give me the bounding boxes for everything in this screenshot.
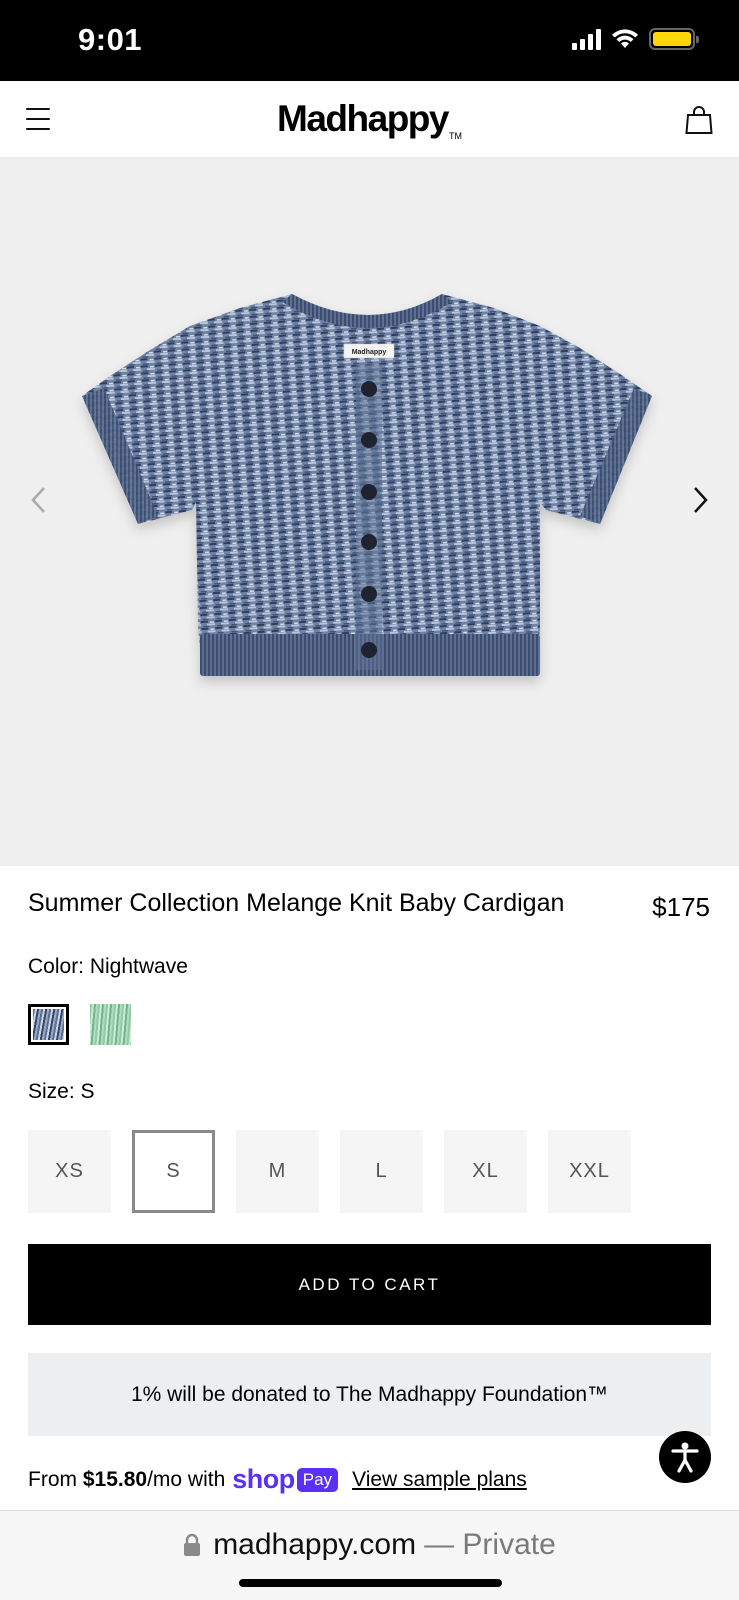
size-option-s[interactable]: S [132, 1130, 215, 1213]
size-label: Size: S [28, 1080, 95, 1103]
chevron-right-icon [694, 487, 708, 513]
accessibility-button[interactable] [659, 1431, 711, 1483]
wifi-icon [612, 29, 638, 48]
shopping-bag-icon[interactable] [685, 105, 713, 135]
shop-pay-logo-pay: Pay [296, 1467, 339, 1492]
installments-amount: $15.80 [82, 1467, 148, 1491]
donation-notice: 1% will be donated to The Madhappy Found… [28, 1353, 711, 1436]
size-options: XS S M L XL XXL [28, 1130, 631, 1213]
battery-icon [649, 28, 699, 50]
next-image-button[interactable] [681, 480, 721, 520]
product-price: $175 [652, 892, 710, 922]
chevron-left-icon [31, 487, 45, 513]
size-option-xl[interactable]: XL [444, 1130, 527, 1213]
product-title: Summer Collection Melange Knit Baby Card… [28, 889, 565, 917]
url-domain: madhappy.com [213, 1528, 417, 1561]
url-display[interactable]: madhappy.com — Private [0, 1528, 739, 1562]
color-label: Color: Nightwave [28, 955, 188, 978]
size-option-xs[interactable]: XS [28, 1130, 111, 1213]
product-image: Madhappy [82, 294, 652, 676]
shop-pay-installments: From $15.80/mo with shop Pay View sample … [28, 1464, 527, 1495]
size-option-m[interactable]: M [236, 1130, 319, 1213]
view-sample-plans-link[interactable]: View sample plans [352, 1468, 527, 1492]
madhappy-logo[interactable]: MadhappyTM [0, 98, 739, 141]
accessibility-icon [671, 1442, 699, 1473]
status-time: 9:01 [78, 22, 143, 57]
color-swatch-nightwave[interactable] [28, 1004, 69, 1045]
product-image-gallery[interactable]: Madhappy [0, 158, 739, 866]
shop-pay-logo-shop: shop [232, 1464, 295, 1494]
status-bar: 9:01 [0, 0, 739, 81]
garment-label-text: Madhappy [352, 349, 387, 356]
color-swatch-green[interactable] [90, 1004, 131, 1045]
url-private-label: — Private [424, 1528, 556, 1561]
installments-per: /mo with [147, 1467, 226, 1491]
home-indicator[interactable] [239, 1579, 502, 1587]
status-icons [572, 28, 699, 50]
lock-icon [184, 1533, 201, 1556]
site-header: MadhappyTM [0, 81, 739, 158]
add-to-cart-button[interactable]: ADD TO CART [28, 1244, 711, 1325]
previous-image-button[interactable] [18, 480, 58, 520]
size-option-xxl[interactable]: XXL [548, 1130, 631, 1213]
size-option-l[interactable]: L [340, 1130, 423, 1213]
cellular-signal-icon [572, 28, 601, 50]
installments-from: From [28, 1467, 77, 1491]
